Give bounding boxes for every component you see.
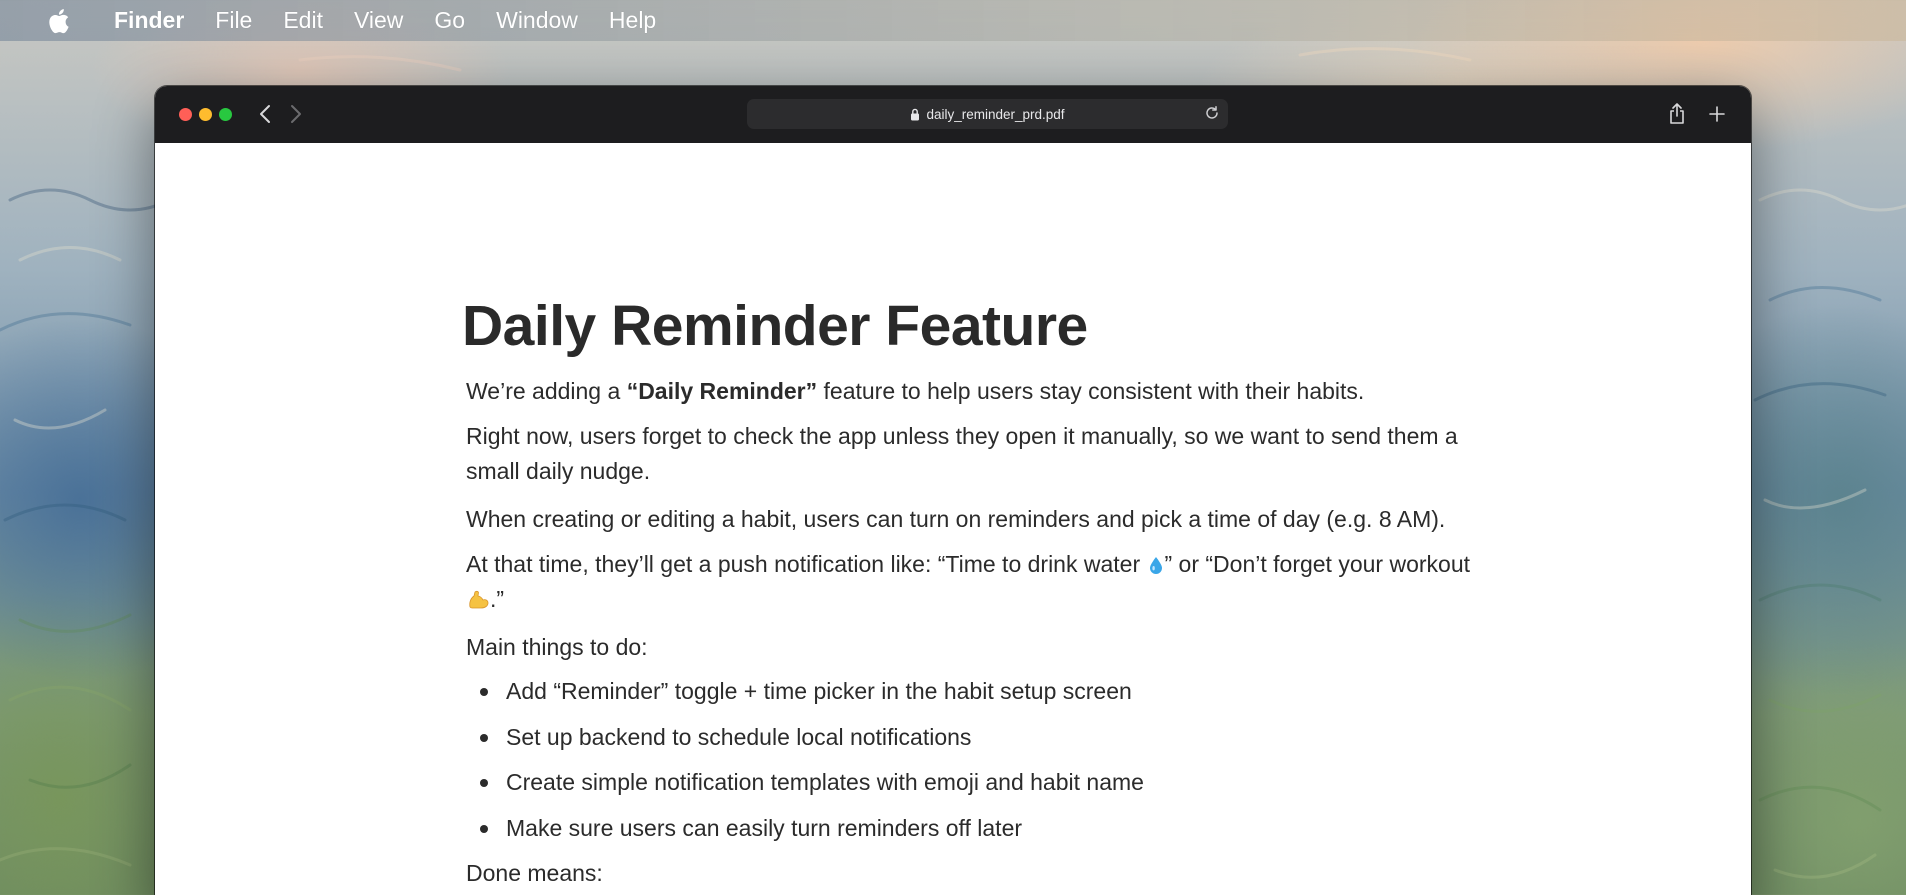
intro-bold: “Daily Reminder” bbox=[626, 378, 818, 404]
flexed-biceps-icon bbox=[467, 585, 489, 608]
task-text: Make sure users can easily turn reminder… bbox=[506, 814, 1023, 841]
bullet bbox=[480, 824, 488, 833]
forward-icon[interactable] bbox=[285, 103, 307, 125]
task-text: Add “Reminder” toggle + time picker in t… bbox=[506, 678, 1132, 704]
intro-prefix: We’re adding a bbox=[466, 378, 627, 404]
main-things-label: Main things to do: bbox=[466, 634, 648, 660]
bullet bbox=[480, 688, 488, 696]
minimize-button[interactable] bbox=[199, 108, 212, 121]
menu-edit[interactable]: Edit bbox=[283, 7, 323, 34]
menu-go[interactable]: Go bbox=[434, 7, 465, 34]
list-item: Make sure users can easily turn reminder… bbox=[466, 811, 1476, 857]
share-icon[interactable] bbox=[1665, 102, 1689, 126]
intro-suffix: feature to help users stay consistent wi… bbox=[817, 378, 1365, 404]
list-item: Add “Reminder” toggle + time picker in t… bbox=[466, 674, 1476, 720]
water-drop-icon bbox=[1149, 549, 1163, 574]
list-item: Set up backend to schedule local notific… bbox=[466, 720, 1476, 766]
menu-help[interactable]: Help bbox=[609, 7, 656, 34]
back-icon[interactable] bbox=[254, 103, 276, 125]
task-text: Set up backend to schedule local notific… bbox=[506, 723, 972, 750]
lock-icon bbox=[910, 108, 920, 121]
apple-logo-icon[interactable] bbox=[46, 7, 72, 35]
menu-view[interactable]: View bbox=[354, 7, 403, 34]
document-title: Daily Reminder Feature bbox=[462, 294, 1088, 358]
title-bar: daily_reminder_prd.pdf bbox=[155, 86, 1751, 143]
new-tab-icon[interactable] bbox=[1705, 102, 1729, 126]
menu-finder[interactable]: Finder bbox=[114, 7, 184, 34]
bullet bbox=[480, 779, 488, 788]
list-item: Create simple notification templates wit… bbox=[466, 765, 1476, 811]
bullet bbox=[480, 733, 488, 742]
browser-window: daily_reminder_prd.pdf Daily Reminder Fe… bbox=[155, 86, 1751, 895]
notification-text-c: .” bbox=[490, 585, 505, 612]
reload-icon[interactable] bbox=[1204, 105, 1220, 121]
task-text: Create simple notification templates wit… bbox=[506, 769, 1144, 796]
menu-file[interactable]: File bbox=[215, 7, 252, 34]
address-bar[interactable]: daily_reminder_prd.pdf bbox=[747, 99, 1228, 129]
task-list: Add “Reminder” toggle + time picker in t… bbox=[466, 674, 1476, 856]
close-button[interactable] bbox=[179, 108, 192, 121]
menu-bar: Finder File Edit View Go Window Help bbox=[0, 0, 1906, 41]
zoom-button[interactable] bbox=[219, 108, 232, 121]
url-text: daily_reminder_prd.pdf bbox=[926, 106, 1065, 122]
notification-paragraph: At that time, they’ll get a push notific… bbox=[466, 547, 1476, 616]
creation-paragraph: When creating or editing a habit, users … bbox=[466, 506, 1446, 532]
notification-text-b: ” or “Don’t forget your workout bbox=[1164, 551, 1471, 577]
problem-paragraph: Right now, users forget to check the app… bbox=[466, 423, 1458, 484]
done-means-label: Done means: bbox=[466, 860, 603, 886]
menu-window[interactable]: Window bbox=[496, 7, 578, 34]
pdf-document: Daily Reminder Feature We’re adding a “D… bbox=[155, 143, 1751, 895]
notification-text-a: At that time, they’ll get a push notific… bbox=[466, 551, 1147, 577]
intro-paragraph: We’re adding a “Daily Reminder” feature … bbox=[466, 374, 1476, 409]
